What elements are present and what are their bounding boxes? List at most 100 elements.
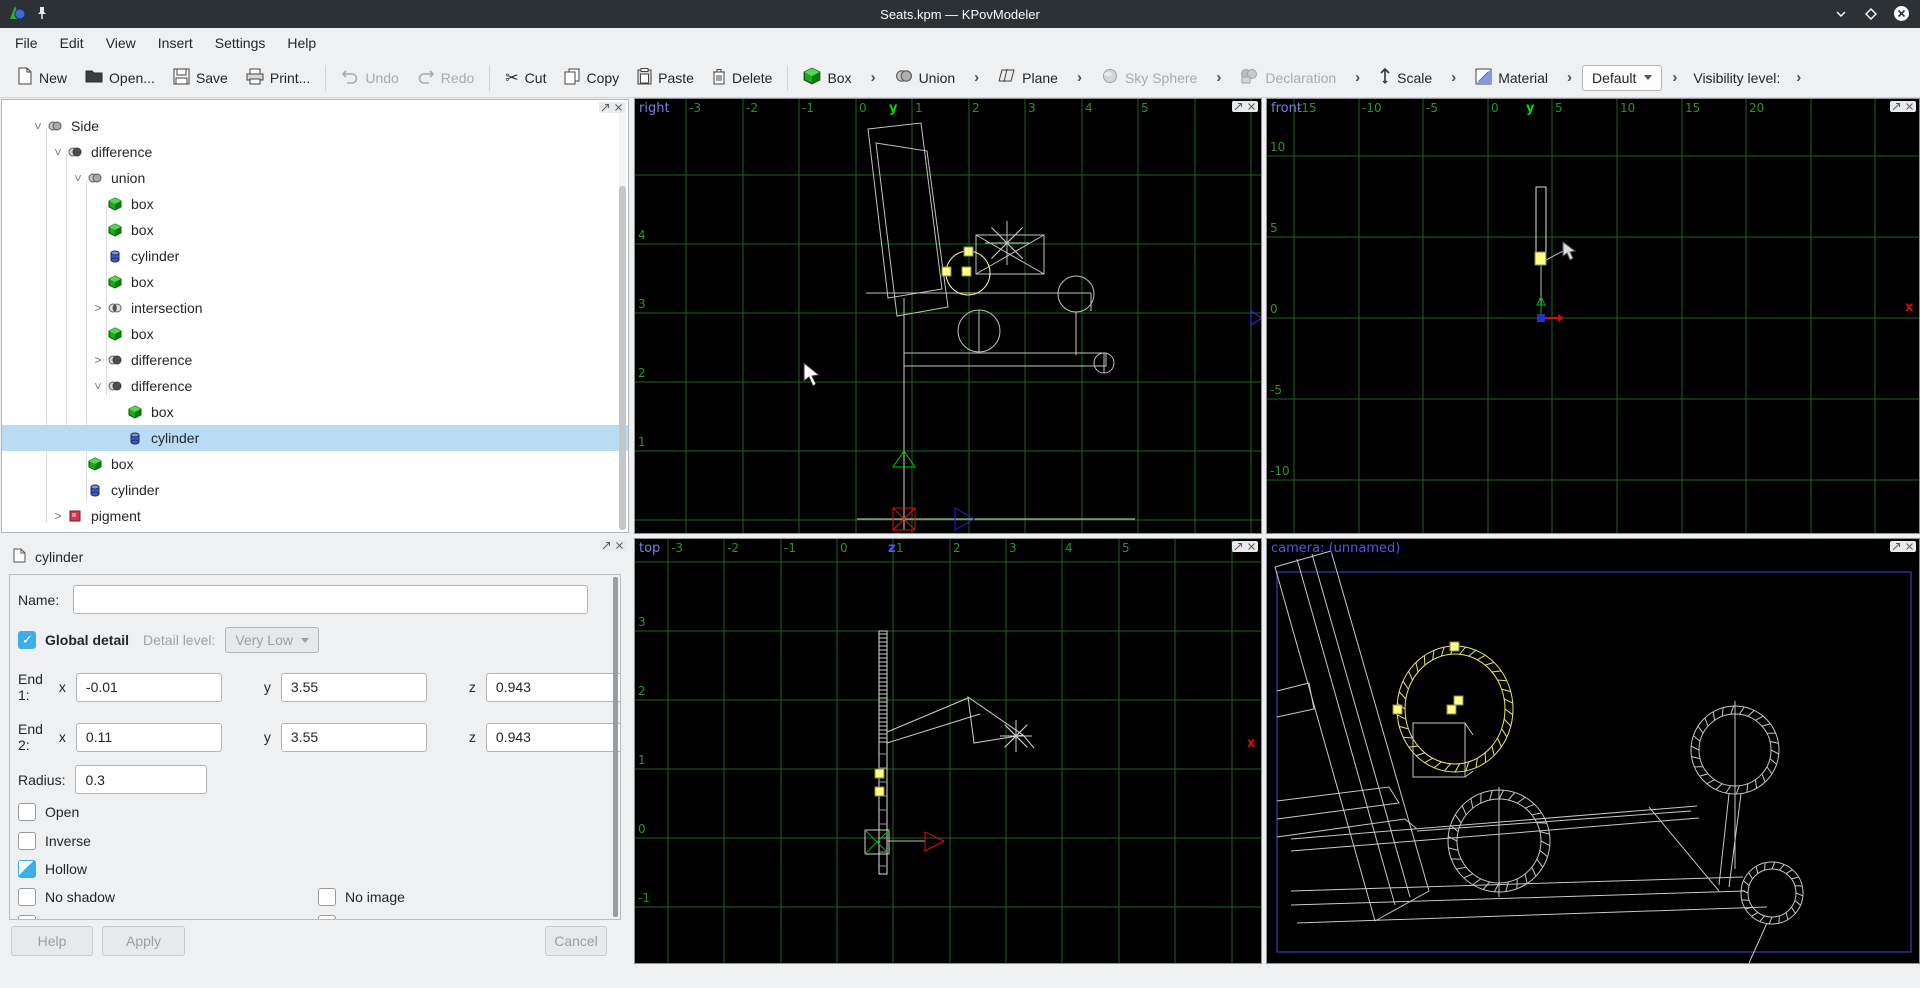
close-icon[interactable] (615, 541, 624, 550)
tree-item-difference[interactable]: >difference (2, 373, 628, 399)
undock-icon[interactable] (1892, 542, 1901, 551)
toolbar-overflow-chevron[interactable]: › (1345, 69, 1370, 86)
properties-scrollbar[interactable] (613, 577, 618, 917)
toolbar-overflow-chevron[interactable]: › (1557, 69, 1582, 86)
close-icon[interactable] (1905, 542, 1914, 551)
end1-y-input[interactable] (281, 673, 427, 702)
expander-icon[interactable]: > (50, 509, 66, 523)
maximize-button[interactable] (1863, 6, 1879, 25)
selected-cylinder-highlight[interactable] (942, 247, 990, 295)
close-icon[interactable] (614, 103, 623, 112)
new-button[interactable]: New (8, 63, 76, 92)
expander-icon[interactable]: > (90, 301, 106, 315)
viewport-top[interactable]: top x -3-2-10123453210-1z (634, 538, 1262, 964)
menu-settings[interactable]: Settings (204, 28, 277, 58)
tree-item-difference[interactable]: >difference (2, 347, 628, 373)
toolbar-overflow-chevron[interactable]: › (1441, 69, 1466, 86)
print-button[interactable]: Print... (237, 64, 319, 92)
insert-box-button[interactable]: Box (794, 63, 860, 92)
tree-item-box[interactable]: box (2, 321, 628, 347)
selected-cylinder-highlight[interactable] (1393, 642, 1513, 772)
tree-item-box[interactable]: box (2, 399, 628, 425)
viewport-front[interactable]: front x -15-10-5051015201050-5-10y (1266, 98, 1920, 534)
hollow-checkbox[interactable] (18, 860, 36, 878)
selected-cylinder-handle[interactable] (875, 787, 884, 796)
tree-item-box[interactable]: box (2, 217, 628, 243)
minimize-button[interactable] (1833, 6, 1849, 25)
expander-icon[interactable]: > (90, 353, 106, 367)
undock-icon[interactable] (601, 103, 610, 112)
insert-plane-button[interactable]: Plane (989, 64, 1067, 91)
expander-icon[interactable]: > (71, 170, 85, 186)
no-image-checkbox[interactable] (318, 888, 336, 906)
expander-icon[interactable]: > (91, 378, 105, 394)
tree-scrollbar[interactable] (619, 102, 626, 530)
open-checkbox[interactable] (18, 803, 36, 821)
menu-insert[interactable]: Insert (147, 28, 204, 58)
tree-item-difference[interactable]: >difference (2, 139, 628, 165)
menu-edit[interactable]: Edit (49, 28, 95, 58)
selected-cylinder-handle[interactable] (1535, 252, 1546, 265)
viewport-front-canvas[interactable] (1267, 99, 1920, 534)
menu-file[interactable]: File (4, 28, 49, 58)
close-icon[interactable] (1247, 542, 1256, 551)
toolbar-overflow-chevron[interactable]: › (1067, 69, 1092, 86)
end1-z-input[interactable] (486, 673, 621, 702)
tree-item-box[interactable]: box (2, 269, 628, 295)
undock-icon[interactable] (602, 541, 611, 550)
undo-button[interactable]: Undo (332, 64, 407, 91)
close-button[interactable] (1893, 5, 1910, 25)
end1-x-input[interactable] (76, 673, 222, 702)
undock-icon[interactable] (1234, 542, 1243, 551)
viewport-top-canvas[interactable] (635, 539, 1262, 964)
help-button[interactable]: Help (11, 926, 93, 956)
tree-item-cylinder[interactable]: cylinder (2, 243, 628, 269)
toolbar-overflow-chevron[interactable]: › (861, 69, 886, 86)
tree-item-pigment[interactable]: >pigment (2, 503, 628, 529)
viewport-camera-canvas[interactable] (1267, 539, 1920, 964)
radius-input[interactable] (75, 765, 207, 794)
end2-z-input[interactable] (486, 723, 621, 752)
tree-item-Side[interactable]: >Side (2, 113, 628, 139)
insert-declaration-button[interactable]: Declaration (1231, 64, 1345, 91)
name-input[interactable] (73, 585, 588, 614)
tree-item-cylinder[interactable]: cylinder (2, 477, 628, 503)
tree-item-intersection[interactable]: >intersection (2, 295, 628, 321)
origin-gizmo-green-box[interactable] (865, 830, 889, 854)
close-icon[interactable] (1247, 102, 1256, 111)
delete-button[interactable]: Delete (703, 64, 781, 92)
tree-item-cylinder[interactable]: cylinder (2, 425, 628, 451)
clipped-checkbox[interactable] (18, 915, 36, 920)
viewport-right-canvas[interactable] (635, 99, 1262, 534)
menu-help[interactable]: Help (276, 28, 327, 58)
paste-button[interactable]: Paste (628, 64, 703, 92)
expander-icon[interactable]: > (31, 118, 45, 134)
tree-item-union[interactable]: >union (2, 165, 628, 191)
redo-button[interactable]: Redo (408, 64, 483, 91)
toolbar-overflow-chevron[interactable]: › (1206, 69, 1231, 86)
end2-x-input[interactable] (76, 723, 222, 752)
cut-button[interactable]: ✂ Cut (496, 64, 555, 92)
close-icon[interactable] (1905, 102, 1914, 111)
viewport-right[interactable]: right -3-2-10123454321y (634, 98, 1262, 534)
inverse-checkbox[interactable] (18, 832, 36, 850)
end2-y-input[interactable] (281, 723, 427, 752)
scale-button[interactable]: Scale (1370, 63, 1441, 92)
expander-icon[interactable]: > (51, 144, 65, 160)
camera-direction-red-arrow[interactable] (925, 832, 944, 851)
clipped-checkbox[interactable] (318, 915, 336, 920)
undock-icon[interactable] (1234, 102, 1243, 111)
copy-button[interactable]: Copy (555, 64, 628, 92)
detail-level-combobox[interactable]: Very Low (225, 627, 319, 653)
save-button[interactable]: Save (164, 64, 237, 92)
tree-item-box[interactable]: box (2, 191, 628, 217)
no-shadow-checkbox[interactable] (18, 888, 36, 906)
toolbar-overflow-chevron[interactable]: › (964, 69, 989, 86)
toolbar-overflow-chevron[interactable]: › (1786, 69, 1811, 86)
insert-union-button[interactable]: Union (886, 64, 965, 91)
material-preset-combobox[interactable]: Default (1582, 65, 1662, 91)
apply-button[interactable]: Apply (102, 926, 185, 956)
toolbar-overflow-chevron[interactable]: › (1662, 69, 1687, 86)
insert-sky-sphere-button[interactable]: Sky Sphere (1092, 64, 1206, 91)
selected-cylinder-handle[interactable] (875, 769, 884, 778)
